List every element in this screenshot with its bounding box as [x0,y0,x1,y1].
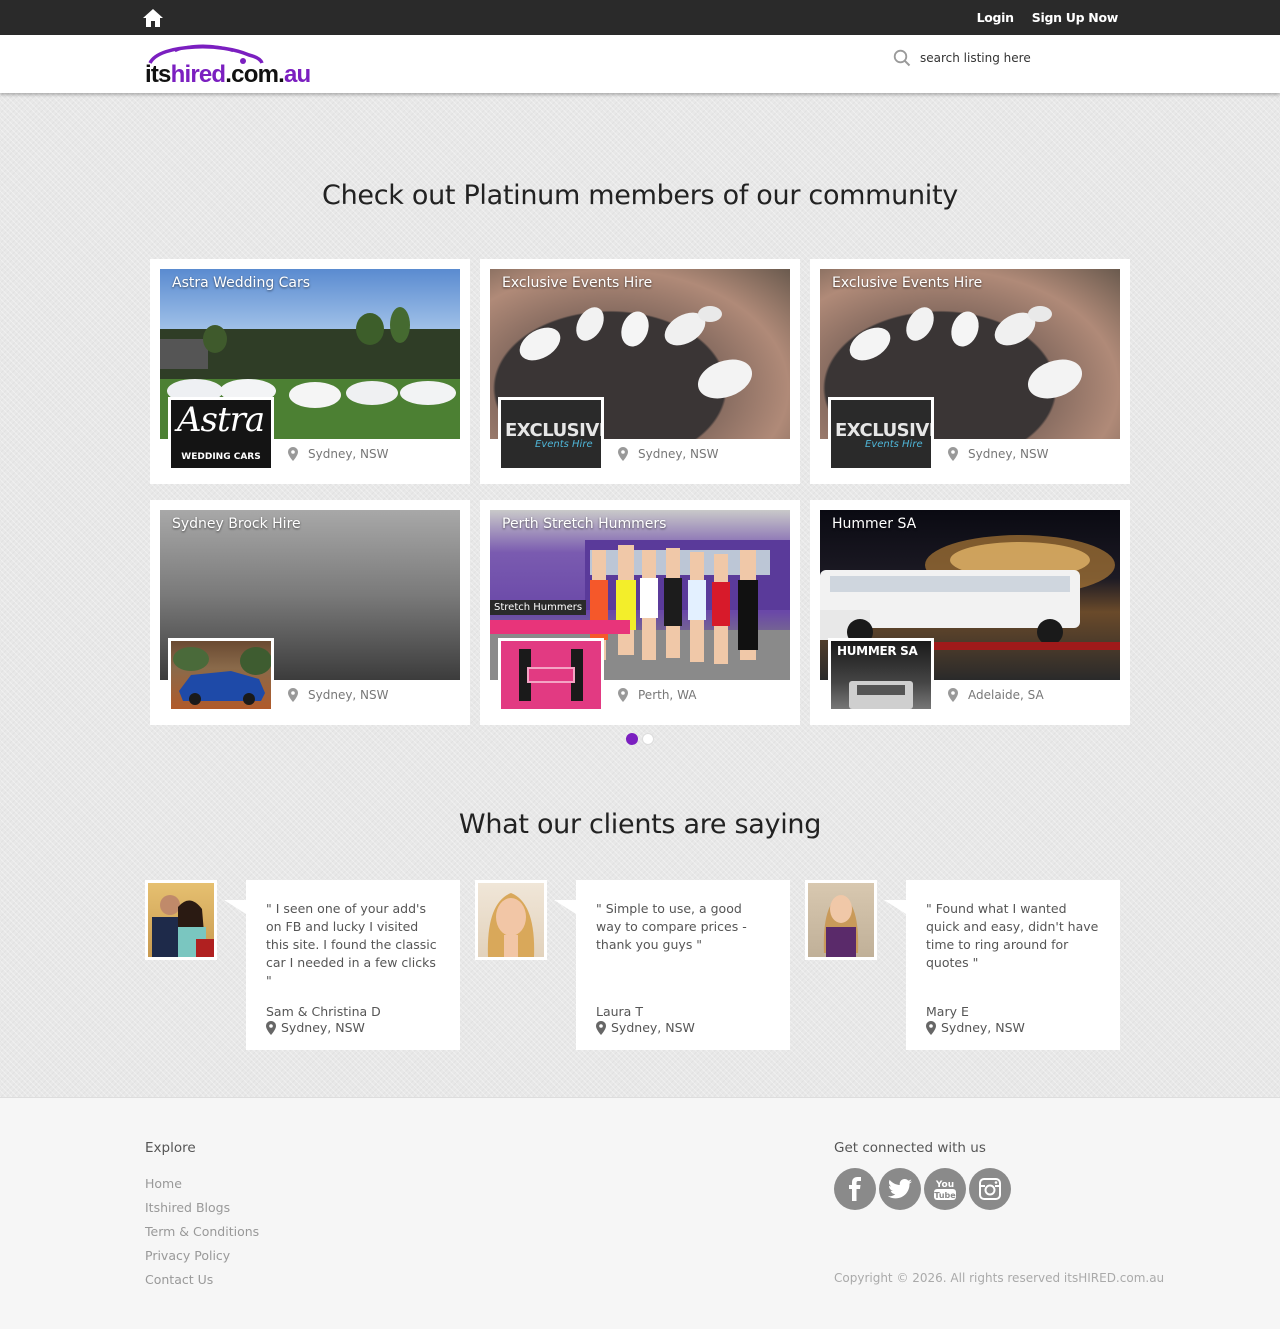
testimonials-section-title: What our clients are saying [458,809,822,840]
testimonial-location: Sydney, NSW [596,1020,770,1035]
testimonial-bubble: " I seen one of your add's on FB and luc… [224,880,460,1050]
listing-location: Sydney, NSW [288,447,389,461]
blue-car-photo [173,647,271,705]
testimonial-location: Sydney, NSW [266,1020,440,1035]
twitter-icon[interactable] [879,1168,921,1210]
instagram-icon[interactable] [969,1168,1011,1210]
footer-link-contact[interactable]: Contact Us [145,1268,259,1292]
testimonial-author: Mary E [926,1004,969,1019]
platinum-section-title: Check out Platinum members of our commun… [322,180,958,211]
top-bar: Login Sign Up Now [0,0,1280,35]
testimonial-location: Sydney, NSW [926,1020,1100,1035]
woman-sitting-photo [823,895,859,957]
map-pin-icon [266,1020,276,1035]
testimonial-quote: " Simple to use, a good way to compare p… [596,901,747,952]
testimonial-quote: " I seen one of your add's on FB and luc… [266,901,437,988]
map-pin-icon [948,447,958,461]
testimonial-author: Sam & Christina D [266,1004,381,1019]
carousel-pagination [626,733,654,745]
facebook-icon[interactable] [834,1168,876,1210]
login-link[interactable]: Login [977,10,1014,25]
signup-link[interactable]: Sign Up Now [1032,10,1119,25]
listing-logo-thumb[interactable]: EXCLUSIVE Events Hire [498,397,604,471]
auth-links: Login Sign Up Now [977,0,1119,35]
map-pin-icon [288,447,298,461]
footer-links: Home Itshired Blogs Term & Conditions Pr… [145,1172,259,1292]
map-pin-icon [618,688,628,702]
footer-link-privacy[interactable]: Privacy Policy [145,1244,259,1268]
search-icon[interactable] [893,49,911,67]
testimonial-bubble: " Found what I wanted quick and easy, di… [884,880,1120,1050]
listing-location: Sydney, NSW [948,447,1049,461]
footer-explore: Explore Home Itshired Blogs Term & Condi… [145,1140,259,1292]
footer: Explore Home Itshired Blogs Term & Condi… [0,1097,1280,1329]
home-icon[interactable] [142,8,164,28]
avatar [805,880,877,960]
testimonial-author: Laura T [596,1004,643,1019]
listing-title[interactable]: Sydney Brock Hire [172,516,301,532]
avatar [475,880,547,960]
perth-hummers-logo-icon [519,649,583,701]
map-pin-icon [948,688,958,702]
site-logo[interactable]: itshired.com.au [145,43,315,88]
header: itshired.com.au [0,35,1280,93]
youtube-icon[interactable]: You Tube [924,1168,966,1210]
listing-location: Perth, WA [618,688,696,702]
listing-logo-thumb[interactable] [168,638,274,712]
listing-card[interactable]: Sydney Brock Hire Sydney, NSW [150,500,470,725]
listing-logo-thumb[interactable]: Astra WEDDING CARS [168,397,274,471]
footer-connect: Get connected with us You Tube [834,1140,1011,1210]
footer-explore-title: Explore [145,1140,196,1156]
search-input[interactable] [920,51,1060,65]
listing-location: Sydney, NSW [288,688,389,702]
svg-text:Tube: Tube [934,1191,956,1200]
listing-title[interactable]: Astra Wedding Cars [172,275,310,291]
listing-card[interactable]: Astra Wedding Cars Astra WEDDING CARS Sy… [150,259,470,484]
testimonial-bubble: " Simple to use, a good way to compare p… [554,880,790,1050]
hummer-grille-icon [849,681,913,709]
testimonial-quote: " Found what I wanted quick and easy, di… [926,901,1099,970]
listing-logo-thumb[interactable]: EXCLUSIVE Events Hire [828,397,934,471]
listing-title[interactable]: Exclusive Events Hire [832,275,982,291]
social-links: You Tube [834,1168,1011,1210]
listing-title[interactable]: Perth Stretch Hummers [502,516,666,532]
listing-title[interactable]: Hummer SA [832,516,916,532]
listing-title[interactable]: Exclusive Events Hire [502,275,652,291]
avatar [145,880,217,960]
listing-logo-thumb[interactable] [498,638,604,712]
listing-card[interactable]: Exclusive Events Hire EXCLUSIVE Events H… [480,259,800,484]
listing-logo-thumb[interactable]: HUMMER SA [828,638,934,712]
woman-portrait-photo [487,893,535,957]
footer-connect-title: Get connected with us [834,1140,986,1156]
map-pin-icon [596,1020,606,1035]
testimonial: " Simple to use, a good way to compare p… [475,880,805,1050]
testimonial: " I seen one of your add's on FB and luc… [145,880,475,1050]
footer-link-home[interactable]: Home [145,1172,259,1196]
footer-link-blogs[interactable]: Itshired Blogs [145,1196,259,1220]
map-pin-icon [288,688,298,702]
map-pin-icon [618,447,628,461]
listing-card[interactable]: Hummer SA HUMMER SA Adelaide, SA [810,500,1130,725]
listing-location: Sydney, NSW [618,447,719,461]
carousel-dot-2[interactable] [642,733,654,745]
carousel-dot-1[interactable] [626,733,638,745]
listing-card[interactable]: Exclusive Events Hire EXCLUSIVE Events H… [810,259,1130,484]
svg-text:You: You [935,1180,954,1190]
listing-location: Adelaide, SA [948,688,1044,702]
listing-card[interactable]: Stretch Hummers Perth Stretch Hummers Pe… [480,500,800,725]
couple-photo [152,895,214,957]
map-pin-icon [926,1020,936,1035]
copyright-text: Copyright © 2026. All rights reserved it… [834,1271,1165,1285]
footer-link-terms[interactable]: Term & Conditions [145,1220,259,1244]
testimonial: " Found what I wanted quick and easy, di… [805,880,1135,1050]
search-box [893,49,1060,67]
logo-text: itshired.com.au [145,61,311,88]
